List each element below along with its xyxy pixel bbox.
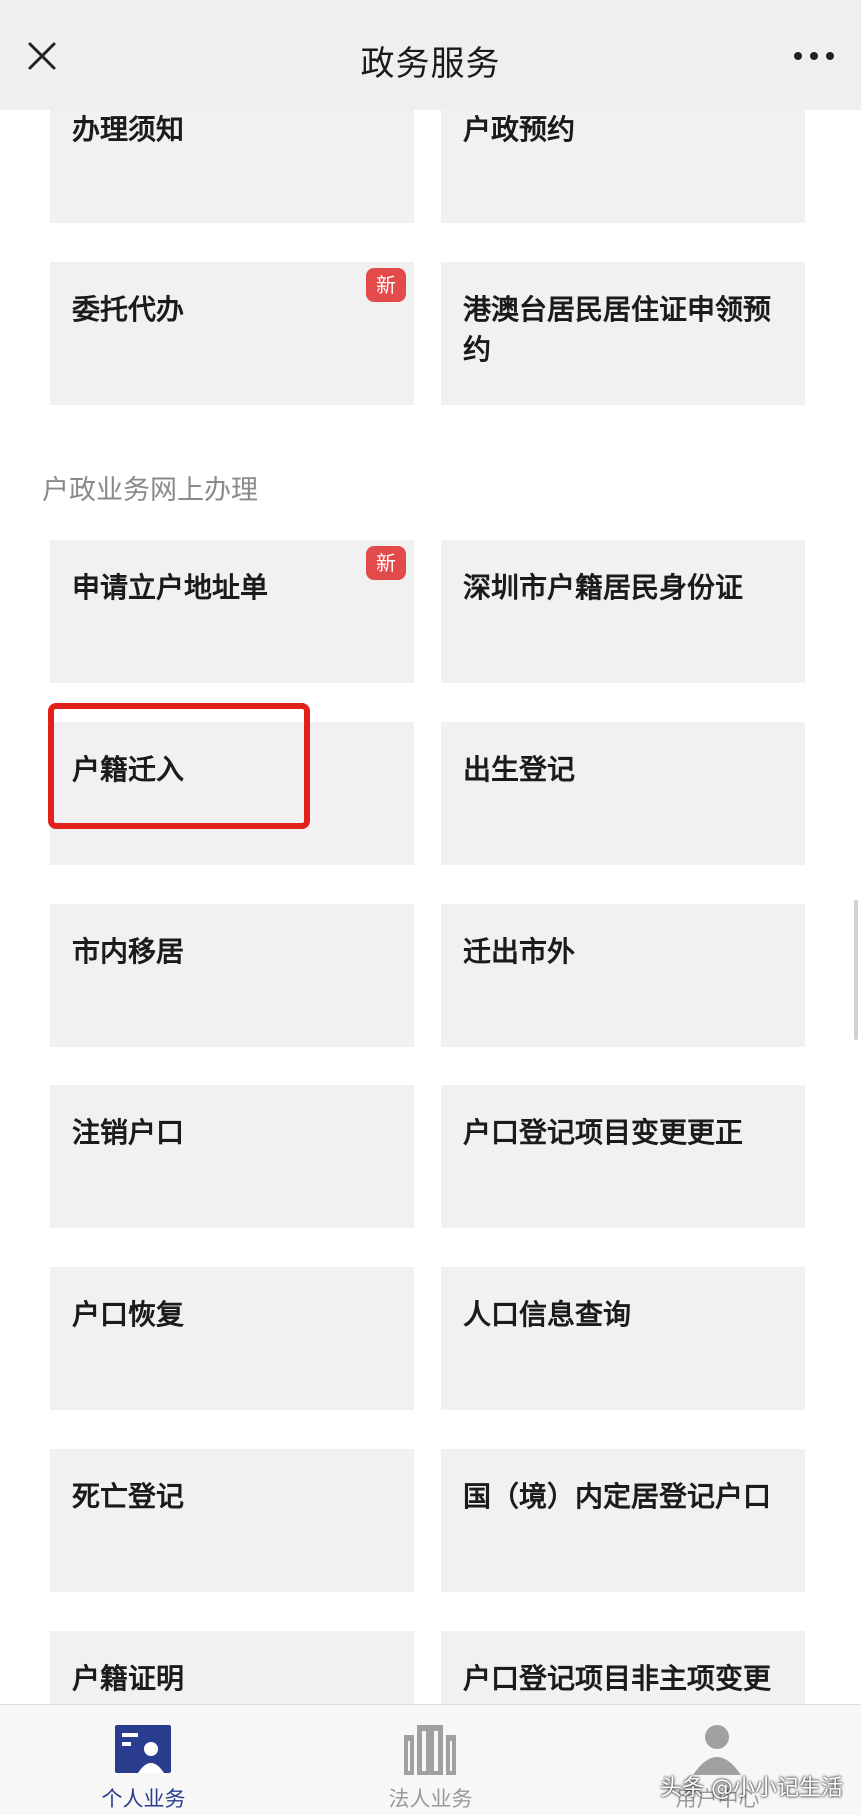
service-card-cancel-hukou[interactable]: 注销户口 (50, 1085, 414, 1228)
highlight-box (48, 703, 310, 829)
service-card-hmt-residence-permit[interactable]: 港澳台居民居住证申领预约 (441, 262, 805, 405)
scrollbar[interactable] (854, 900, 858, 1040)
new-badge: 新 (366, 268, 406, 302)
service-card-population-query[interactable]: 人口信息查询 (441, 1267, 805, 1410)
page-title: 政务服务 (360, 44, 501, 84)
card-label: 户政预约 (463, 113, 576, 146)
card-label: 户口恢复 (72, 1298, 185, 1331)
service-card-intracity-move[interactable]: 市内移居 (50, 904, 414, 1047)
card-label: 申请立户地址单 (72, 571, 269, 604)
card-label: 市内移居 (72, 935, 185, 968)
service-card-address-sheet[interactable]: 申请立户地址单 新 (50, 540, 414, 683)
tab-personal[interactable]: 个人业务 (0, 1705, 287, 1815)
service-card-hukou-correction[interactable]: 户口登记项目变更更正 (441, 1085, 805, 1228)
service-card-death-registration[interactable]: 死亡登记 (50, 1449, 414, 1592)
new-badge: 新 (366, 546, 406, 580)
tab-label: 个人业务 (101, 1787, 186, 1811)
card-label: 注销户口 (72, 1116, 185, 1149)
more-dots-icon[interactable] (789, 46, 839, 66)
card-label: 死亡登记 (72, 1480, 185, 1513)
card-label: 出生登记 (463, 753, 576, 786)
section-heading: 户政业务网上办理 (42, 475, 258, 506)
service-card-hukou-restore[interactable]: 户口恢复 (50, 1267, 414, 1410)
tab-label: 法人业务 (388, 1787, 473, 1811)
service-card-id-card[interactable]: 深圳市户籍居民身份证 (441, 540, 805, 683)
tab-corporate[interactable]: 法人业务 (287, 1705, 574, 1815)
service-card-entrust[interactable]: 委托代办 新 (50, 262, 414, 405)
top-bar: 政务服务 (0, 0, 861, 110)
building-icon (404, 1725, 456, 1775)
personal-id-card-icon (115, 1725, 171, 1773)
user-avatar-icon (693, 1725, 741, 1775)
card-label: 港澳台居民居住证申领预约 (463, 293, 772, 366)
card-label: 办理须知 (72, 113, 185, 146)
content: 办理须知 户政预约 委托代办 新 港澳台居民居住证申领预约 户政业务网上办理 申… (0, 0, 861, 1814)
card-label: 国（境）内定居登记户口 (463, 1480, 772, 1513)
service-card-birth-registration[interactable]: 出生登记 (441, 722, 805, 865)
card-label: 迁出市外 (463, 935, 576, 968)
card-label: 户口登记项目非主项变更 (463, 1662, 772, 1695)
card-label: 户籍证明 (72, 1662, 185, 1695)
watermark: 头条 @小小记生活 (660, 1776, 843, 1801)
card-label: 深圳市户籍居民身份证 (463, 571, 744, 604)
card-label: 人口信息查询 (463, 1298, 632, 1331)
service-card-move-out[interactable]: 迁出市外 (441, 904, 805, 1047)
service-card-settlement-registration[interactable]: 国（境）内定居登记户口 (441, 1449, 805, 1592)
card-label: 委托代办 (72, 293, 185, 326)
card-label: 户口登记项目变更更正 (463, 1116, 744, 1149)
